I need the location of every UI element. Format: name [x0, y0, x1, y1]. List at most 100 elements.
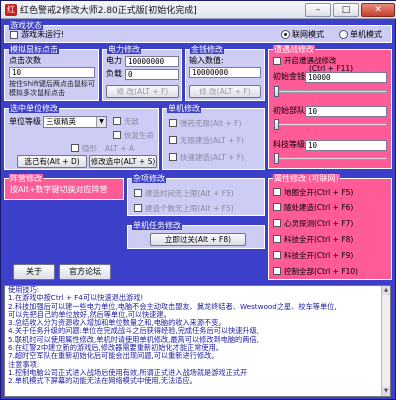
- minimize-button[interactable]: –: [305, 3, 331, 17]
- init-units-slider-track: [273, 123, 387, 126]
- tech-all-label: 科技全开(Ctrl + F8): [284, 235, 354, 244]
- tech-all-2-label: 科技全开(Ctrl + F9): [284, 251, 354, 260]
- load-input[interactable]: 0: [125, 69, 179, 80]
- maximize-button[interactable]: □: [333, 3, 359, 17]
- attributes-title: 属性修改 (可联网): [273, 174, 340, 183]
- attributes-panel: 属性修改 (可联网) 地图全开(Ctrl + F5) 随处建造(Ctrl + F…: [268, 174, 392, 280]
- skirmish-panel: 遭遇战修改 开启遭遇战修改 (Ctrl + F11) 初始金钱 10000 初始…: [268, 45, 392, 169]
- game-status-message: 游戏未运行!: [21, 30, 65, 39]
- app-icon: 红: [5, 3, 17, 16]
- click-count-input[interactable]: 10: [9, 67, 95, 78]
- restore-hp-checkbox[interactable]: [113, 131, 121, 139]
- init-money-input[interactable]: 10000: [305, 72, 387, 83]
- online-mode-label: 联网模式: [292, 30, 324, 39]
- unit-level-label: 单位等级: [9, 117, 41, 126]
- usage-text-area[interactable]: 使用技巧: 1.在游戏中按Ctrl + F4可以快速退出游戏! 2.科技加强后可…: [4, 285, 391, 397]
- game-running-checkbox[interactable]: [10, 31, 18, 39]
- fast-build-checkbox[interactable]: [169, 153, 177, 161]
- unlimited-ammo-checkbox[interactable]: [169, 119, 177, 127]
- unlimited-ammo-label: 弹药无限(Alt + F): [180, 119, 242, 128]
- power-modify-button[interactable]: 修 改(ALT + F): [106, 85, 179, 98]
- unlimited-build-checkbox[interactable]: [169, 136, 177, 144]
- pass-level-button[interactable]: 立即过关(Alt + F8): [150, 233, 246, 246]
- game-status-title: 游戏状态: [9, 21, 43, 30]
- select-all-button[interactable]: 选己有(Alt + D): [17, 155, 87, 168]
- game-status-panel: 游戏状态 游戏未运行! 联网模式 单机模式: [4, 21, 392, 43]
- faction-hint: 按Alt+数字键切换对应阵营: [10, 185, 108, 194]
- selected-unit-panel: 选中单位修改 单位等级 三级精英 ▼ 无敌 恢复生命 隐形 ALT + A 选己…: [4, 104, 159, 170]
- control-all-label: 控制全部(Ctrl + F10): [284, 267, 359, 276]
- click-count-label: 点击次数: [9, 56, 41, 65]
- unlimited-build-label: 无限建造(ALT + F): [180, 136, 245, 145]
- money-title: 金钱修改: [190, 45, 224, 54]
- init-money-slider-track: [273, 90, 387, 93]
- tech-all-2-checkbox[interactable]: [273, 251, 281, 259]
- forum-button[interactable]: 官方论坛: [59, 264, 111, 280]
- control-all-checkbox[interactable]: [273, 267, 281, 275]
- modify-selected-button[interactable]: 修改选中(ALT + S): [89, 155, 157, 168]
- faction-title: 阵营修改: [9, 174, 43, 183]
- power-panel: 电力修改 电力 10000000 负载 0 修 改(ALT + F): [102, 45, 182, 101]
- cloak-checkbox[interactable]: [71, 144, 79, 152]
- power-label: 电力: [106, 56, 122, 65]
- invincible-checkbox[interactable]: [113, 117, 121, 125]
- mouse-click-panel: 模拟鼠标点击 点击次数 10 按住Shift键后两点击鼠标可模拟多次鼠标点击: [4, 45, 99, 101]
- power-input[interactable]: 10000000: [125, 56, 179, 67]
- init-units-label: 初始部队: [273, 106, 305, 115]
- mouse-click-hint: 按住Shift键后两点击鼠标可模拟多次鼠标点击: [9, 80, 95, 97]
- cloak-hotkey: ALT + A: [105, 144, 135, 153]
- online-mode-radio[interactable]: [281, 30, 290, 39]
- tech-level-input[interactable]: 10: [305, 140, 387, 151]
- selected-unit-title: 选中单位修改: [9, 104, 59, 113]
- usage-line: 2.单机模式下屏幕的功能无法在网络模式中使用,无法适应。: [8, 376, 197, 386]
- scroll-up-icon[interactable]: ▲: [382, 286, 390, 295]
- init-money-slider-thumb[interactable]: [274, 86, 279, 97]
- title-bar[interactable]: 红 红色警戒2修改大师2.80正式版[初始化完成] – □ ✕: [1, 1, 396, 19]
- mouse-click-title: 模拟鼠标点击: [9, 45, 59, 54]
- map-reveal-label: 地图全开(Ctrl + F5): [284, 188, 354, 197]
- tech-all-checkbox[interactable]: [273, 235, 281, 243]
- enable-skirmish-checkbox[interactable]: [273, 57, 281, 65]
- money-modify-button[interactable]: 修 改(ALT + F): [189, 85, 261, 98]
- build-count-checkbox[interactable]: [134, 204, 142, 212]
- close-button[interactable]: ✕: [361, 3, 395, 17]
- power-title: 电力修改: [107, 45, 141, 54]
- scroll-down-icon[interactable]: ▼: [382, 387, 390, 396]
- window-controls: – □ ✕: [305, 3, 395, 17]
- single-mod-title: 单机修改: [167, 104, 201, 113]
- misc-title: 杂项修改: [132, 174, 166, 183]
- unit-level-value: 三级精英: [46, 117, 76, 126]
- build-time-checkbox[interactable]: [134, 189, 142, 197]
- build-anywhere-label: 随处建造(Ctrl + F6): [284, 203, 354, 212]
- about-button[interactable]: 关于: [13, 264, 55, 280]
- mission-title: 单机任务修改: [132, 221, 182, 230]
- single-mod-panel: 单机修改 弹药无限(Alt + F) 无限建造(ALT + F) 快速建造(AL…: [162, 104, 265, 170]
- money-panel: 金钱修改 输入数值: 10000000 修 改(ALT + F): [185, 45, 265, 101]
- map-reveal-checkbox[interactable]: [273, 188, 281, 196]
- window-title: 红色警戒2修改大师2.80正式版[初始化完成]: [20, 6, 197, 16]
- init-units-input[interactable]: 10: [305, 106, 387, 117]
- build-anywhere-checkbox[interactable]: [273, 203, 281, 211]
- invincible-label: 无敌: [124, 117, 139, 126]
- money-input-label: 输入数值:: [189, 56, 224, 65]
- tech-level-slider-thumb[interactable]: [274, 153, 279, 164]
- single-mode-radio[interactable]: [339, 30, 348, 39]
- init-units-slider-thumb[interactable]: [274, 119, 279, 130]
- mission-panel: 单机任务修改 立即过关(Alt + F8): [127, 221, 265, 249]
- build-count-label: 建造个数无上限(Alt + F5): [145, 204, 234, 213]
- tech-level-slider-track: [273, 157, 387, 160]
- fast-build-label: 快速建造(ALT + F): [180, 153, 245, 162]
- skirmish-title: 遭遇战修改: [273, 45, 315, 54]
- init-money-label: 初始金钱: [273, 72, 305, 81]
- load-label: 负载: [106, 69, 122, 78]
- chevron-down-icon: ▼: [96, 117, 106, 127]
- unit-level-select[interactable]: 三级精英 ▼: [43, 116, 107, 128]
- build-time-label: 建造时间无上限(Alt + F5): [145, 189, 234, 198]
- faction-panel: 阵营修改 按Alt+数字键切换对应阵营: [4, 174, 124, 200]
- psychic-detect-checkbox[interactable]: [273, 219, 281, 227]
- psychic-detect-label: 心灵探测(Ctrl + F7): [284, 219, 354, 228]
- usage-scrollbar[interactable]: ▲ ▼: [381, 286, 390, 396]
- money-input[interactable]: 10000000: [189, 67, 261, 78]
- tech-level-label: 科技等级: [273, 140, 305, 149]
- app-window: 红 红色警戒2修改大师2.80正式版[初始化完成] – □ ✕ 游戏状态 游戏未…: [0, 0, 396, 400]
